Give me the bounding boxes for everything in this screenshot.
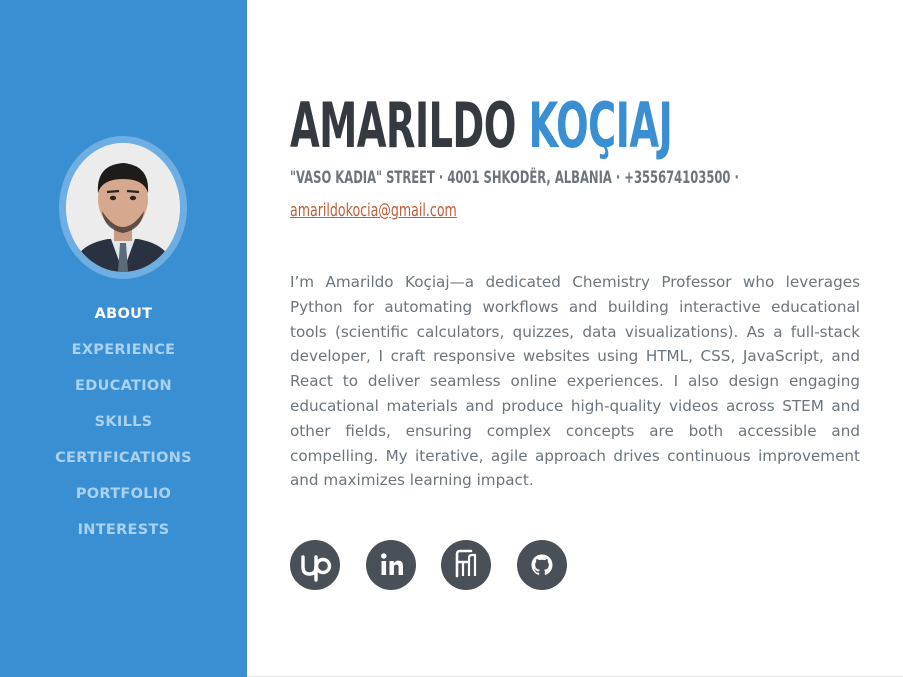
sidebar-item-experience[interactable]: EXPERIENCE bbox=[0, 336, 247, 372]
page-title: AMARILDO KOÇIAJ bbox=[290, 86, 673, 166]
sidebar-item-interests[interactable]: INTERESTS bbox=[0, 516, 247, 552]
bio-paragraph: I’m Amarildo Koçiaj—a dedicated Chemistr… bbox=[290, 273, 860, 490]
sidebar-item-about[interactable]: ABOUT bbox=[0, 300, 247, 336]
linkedin-icon[interactable] bbox=[366, 540, 416, 590]
sidebar-item-education[interactable]: EDUCATION bbox=[0, 372, 247, 408]
email-link[interactable]: amarildokocia@gmail.com bbox=[290, 199, 457, 223]
last-name: KOÇIAJ bbox=[528, 89, 673, 162]
contact-line: "VASO KADIA" STREET · 4001 SHKODËR, ALBA… bbox=[290, 168, 739, 188]
sidebar-item-portfolio[interactable]: PORTFOLIO bbox=[0, 480, 247, 516]
sidebar-item-skills[interactable]: SKILLS bbox=[0, 408, 247, 444]
upwork-icon[interactable] bbox=[290, 540, 340, 590]
github-icon[interactable] bbox=[517, 540, 567, 590]
sidebar: ABOUT EXPERIENCE EDUCATION SKILLS CERTIFICAT… bbox=[0, 0, 247, 677]
sidebar-item-certifications[interactable]: CERTIFICATIONS bbox=[0, 444, 247, 480]
profile-photo bbox=[66, 143, 180, 272]
freelancer-icon[interactable] bbox=[441, 540, 491, 590]
sidebar-nav: ABOUT EXPERIENCE EDUCATION SKILLS CERTIFICAT… bbox=[0, 300, 247, 552]
avatar bbox=[59, 136, 187, 279]
first-name: AMARILDO bbox=[290, 89, 516, 162]
